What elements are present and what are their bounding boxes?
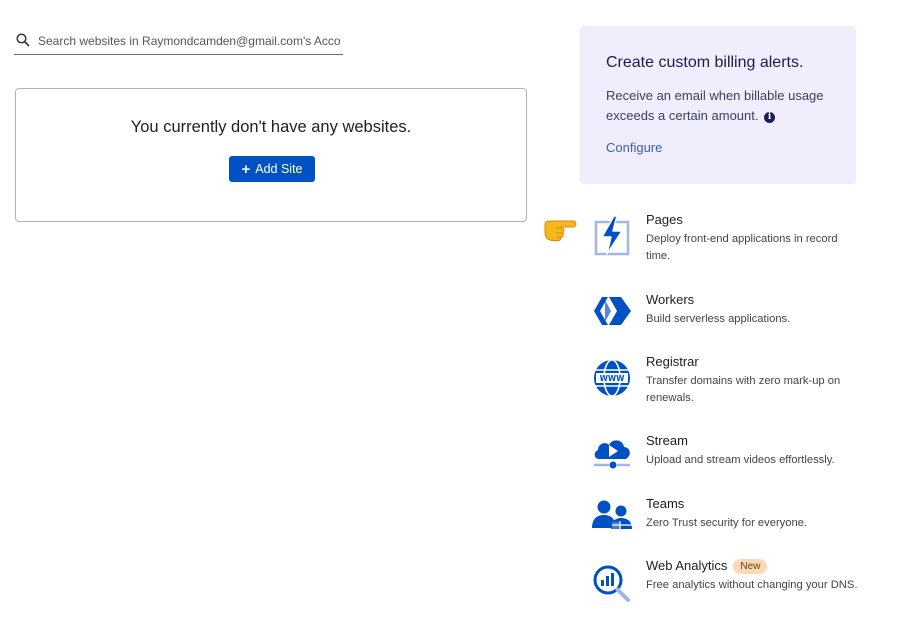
product-name: Registrar	[646, 354, 699, 369]
stream-cloud-icon	[594, 440, 630, 469]
product-description: Transfer domains with zero mark-up on re…	[646, 375, 841, 404]
search-icon	[16, 33, 30, 47]
empty-state-message: You currently don't have any websites.	[130, 118, 412, 136]
plus-icon: +	[241, 160, 251, 178]
product-description: Free analytics without changing your DNS…	[646, 579, 858, 591]
web-analytics-icon	[593, 565, 630, 602]
add-site-button[interactable]: + Add Site	[229, 156, 315, 182]
product-name: Workers	[646, 292, 695, 307]
product-description: Zero Trust security for everyone.	[646, 517, 808, 529]
new-badge: New	[733, 559, 768, 574]
teams-icon	[592, 500, 632, 529]
search-bar	[14, 28, 343, 55]
billing-alert-body: Receive an email when billable usage exc…	[606, 86, 842, 126]
product-name: Stream	[646, 433, 688, 448]
product-name-text: Web Analytics	[646, 558, 728, 573]
product-description: Upload and stream videos effortlessly.	[646, 454, 835, 466]
product-name: Web Analytics New	[646, 558, 768, 574]
product-description: Build serverless applications.	[646, 313, 791, 325]
svg-text:WWW: WWW	[600, 374, 626, 383]
pages-icon	[594, 215, 630, 256]
product-name: Teams	[646, 496, 685, 511]
configure-link[interactable]: Configure	[606, 140, 662, 155]
websites-empty-card: You currently don't have any websites. +…	[15, 88, 527, 222]
search-input[interactable]	[38, 30, 340, 52]
pointing-hand-icon	[544, 220, 577, 242]
info-icon[interactable]: i	[764, 112, 776, 123]
product-name: Pages	[646, 212, 683, 227]
add-site-label: Add Site	[255, 162, 303, 176]
billing-alert-card: Create custom billing alerts. Receive an…	[580, 26, 856, 184]
billing-alert-text: Receive an email when billable usage exc…	[606, 88, 824, 123]
registrar-globe-icon: WWW	[594, 359, 630, 397]
billing-alert-title: Create custom billing alerts.	[606, 54, 804, 71]
product-description: Deploy front-end applications in record …	[646, 233, 838, 262]
workers-icon	[594, 297, 631, 325]
